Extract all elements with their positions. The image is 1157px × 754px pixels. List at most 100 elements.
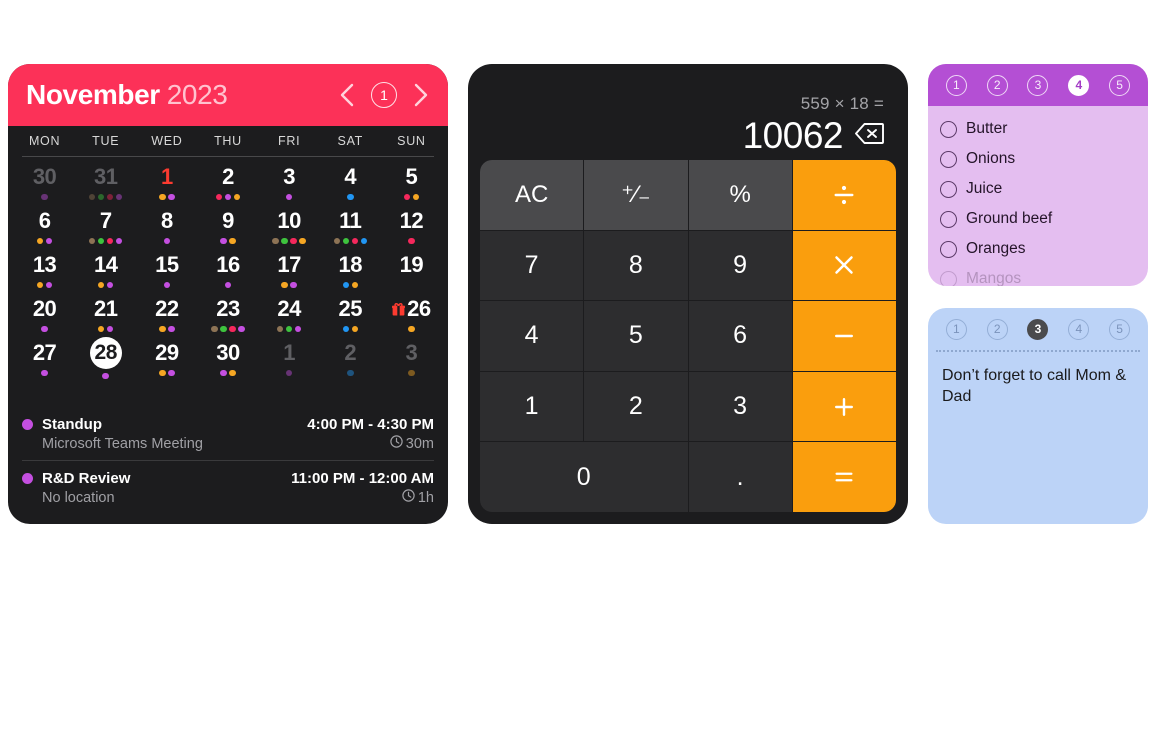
backspace-icon[interactable] [855, 122, 884, 150]
reminder-checkbox[interactable] [940, 180, 957, 198]
calendar-day-cell[interactable]: 16 [197, 249, 258, 293]
calendar-day-cell[interactable]: 27 [14, 337, 75, 381]
calendar-day-cell[interactable]: 3 [381, 337, 442, 381]
calendar-page-indicator[interactable]: 1 [371, 82, 397, 108]
calendar-day-cell[interactable]: 25 [320, 293, 381, 337]
calendar-day-cell[interactable]: 23 [197, 293, 258, 337]
calc-key-nine[interactable]: 9 [688, 230, 792, 301]
reminders-page-2[interactable]: 2 [986, 74, 1008, 96]
calendar-day-cell[interactable]: 30 [197, 337, 258, 381]
event-title: Standup [42, 416, 102, 433]
calendar-day-cell[interactable]: 13 [14, 249, 75, 293]
calendar-day-cell[interactable]: 29 [136, 337, 197, 381]
reminder-item[interactable]: Juice [940, 174, 1148, 204]
note-page-2[interactable]: 2 [986, 318, 1008, 340]
calendar-day-cell[interactable]: 2 [320, 337, 381, 381]
calc-key-all-clear[interactable]: AC [480, 160, 584, 230]
reminders-page-indicator-bar[interactable]: 12345 [928, 64, 1148, 106]
event-dot-purple [115, 237, 123, 245]
event-dot-purple [290, 281, 297, 289]
calendar-day-cell[interactable]: 7 [75, 205, 136, 249]
event-duration-label: 1h [417, 489, 434, 506]
reminders-page-3[interactable]: 3 [1027, 74, 1049, 96]
calendar-day-cell[interactable]: 5 [381, 161, 442, 205]
calendar-title: November 2023 [26, 79, 228, 111]
calendar-day-cell[interactable]: 1 [136, 161, 197, 205]
calendar-day-cell[interactable]: 30 [14, 161, 75, 205]
calc-key-two[interactable]: 2 [584, 371, 688, 442]
note-page-3[interactable]: 3 [1027, 318, 1049, 340]
note-page-5[interactable]: 5 [1109, 318, 1131, 340]
calendar-day-cell[interactable]: 11 [320, 205, 381, 249]
calendar-day-cell[interactable]: 21 [75, 293, 136, 337]
calc-key-one[interactable]: 1 [480, 371, 584, 442]
calendar-day-grid[interactable]: 30 31 1 2 3 4 5 6 7 8 9 10 11 12 13 14 15 16 17 18 19 20 21 22 2… [8, 157, 448, 383]
calendar-day-cell[interactable]: 31 [75, 161, 136, 205]
calc-key-six[interactable]: 6 [688, 301, 792, 371]
calc-key-multiply[interactable] [792, 230, 896, 301]
reminders-page-5[interactable]: 5 [1109, 74, 1131, 96]
reminder-item[interactable]: Ground beef [940, 204, 1148, 234]
reminder-item[interactable]: Mangos [940, 264, 1148, 286]
calendar-day-cell[interactable]: 24 [259, 293, 320, 337]
calendar-day-cell[interactable]: 19 [381, 249, 442, 293]
calc-key-three[interactable]: 3 [688, 371, 792, 442]
calendar-day-cell[interactable]: 4 [320, 161, 381, 205]
calendar-day-cell[interactable]: 26 [381, 293, 442, 337]
calendar-day-cell[interactable]: 8 [136, 205, 197, 249]
reminders-page-4[interactable]: 4 [1068, 74, 1090, 96]
calc-key-four[interactable]: 4 [480, 301, 584, 371]
note-page-4[interactable]: 4 [1068, 318, 1090, 340]
calendar-event-row[interactable]: R&D Review 11:00 PM - 12:00 AM No location… [22, 460, 434, 514]
reminders-widget[interactable]: 12345 Butter Onions Juice Ground beef Orange… [928, 64, 1148, 286]
calc-key-divide[interactable] [792, 160, 896, 230]
calc-key-subtract[interactable] [792, 301, 896, 371]
reminder-checkbox[interactable] [940, 270, 957, 286]
chevron-left-icon[interactable] [338, 82, 355, 108]
calc-key-decimal[interactable]: . [688, 442, 792, 512]
calc-key-eight[interactable]: 8 [584, 230, 688, 301]
calendar-day-cell[interactable]: 14 [75, 249, 136, 293]
calendar-day-cell[interactable]: 6 [14, 205, 75, 249]
reminder-item[interactable]: Oranges [940, 234, 1148, 264]
calendar-day-number: 5 [405, 164, 418, 189]
calendar-day-cell[interactable]: 20 [14, 293, 75, 337]
calendar-day-cell[interactable]: 12 [381, 205, 442, 249]
reminders-page-1[interactable]: 1 [945, 74, 967, 96]
reminder-checkbox[interactable] [940, 150, 957, 168]
calc-key-zero[interactable]: 0 [480, 442, 688, 512]
calendar-widget[interactable]: November 2023 1 MON TUE WED THU FRI SAT SUN 30 3… [8, 64, 448, 524]
calc-key-five[interactable]: 5 [584, 301, 688, 371]
calendar-day-cell[interactable]: 18 [320, 249, 381, 293]
chevron-right-icon[interactable] [413, 82, 430, 108]
event-dot-pink [290, 237, 297, 245]
calc-key-sign-toggle[interactable]: ⁺⁄₋ [584, 160, 688, 230]
reminder-checkbox[interactable] [940, 120, 957, 138]
calendar-day-cell[interactable]: 10 [259, 205, 320, 249]
note-page-indicator-bar[interactable]: 12345 [928, 308, 1148, 350]
calendar-day-number: 6 [38, 208, 51, 233]
calendar-event-row[interactable]: Standup 4:00 PM - 4:30 PM Microsoft Teams … [22, 407, 434, 460]
calendar-day-cell[interactable]: 3 [259, 161, 320, 205]
calendar-day-cell[interactable]: 28 [75, 337, 136, 381]
calendar-day-cell[interactable]: 17 [259, 249, 320, 293]
calculator-widget[interactable]: 559 × 18 = 10062 AC ⁺⁄₋% 7 8 9 4 5 6 1 2 3 0. [468, 64, 908, 524]
calendar-day-cell[interactable]: 9 [197, 205, 258, 249]
reminder-item[interactable]: Butter [940, 114, 1148, 144]
calendar-day-cell[interactable]: 15 [136, 249, 197, 293]
reminder-checkbox[interactable] [940, 210, 957, 228]
note-widget[interactable]: 12345 Don’t forget to call Mom & Dad [928, 308, 1148, 524]
calc-key-seven[interactable]: 7 [480, 230, 584, 301]
event-dot-orange [159, 325, 166, 333]
reminder-item[interactable]: Onions [940, 144, 1148, 174]
calendar-day-cell[interactable]: 22 [136, 293, 197, 337]
reminders-list[interactable]: Butter Onions Juice Ground beef Oranges Mango… [928, 106, 1148, 286]
calculator-keypad[interactable]: AC ⁺⁄₋% 7 8 9 4 5 6 1 2 3 0. [480, 160, 896, 512]
note-page-1[interactable]: 1 [945, 318, 967, 340]
reminder-checkbox[interactable] [940, 240, 957, 258]
calendar-day-cell[interactable]: 2 [197, 161, 258, 205]
calc-key-equals[interactable] [792, 442, 896, 512]
calc-key-add[interactable] [792, 371, 896, 442]
calc-key-percent[interactable]: % [688, 160, 792, 230]
calendar-day-cell[interactable]: 1 [259, 337, 320, 381]
